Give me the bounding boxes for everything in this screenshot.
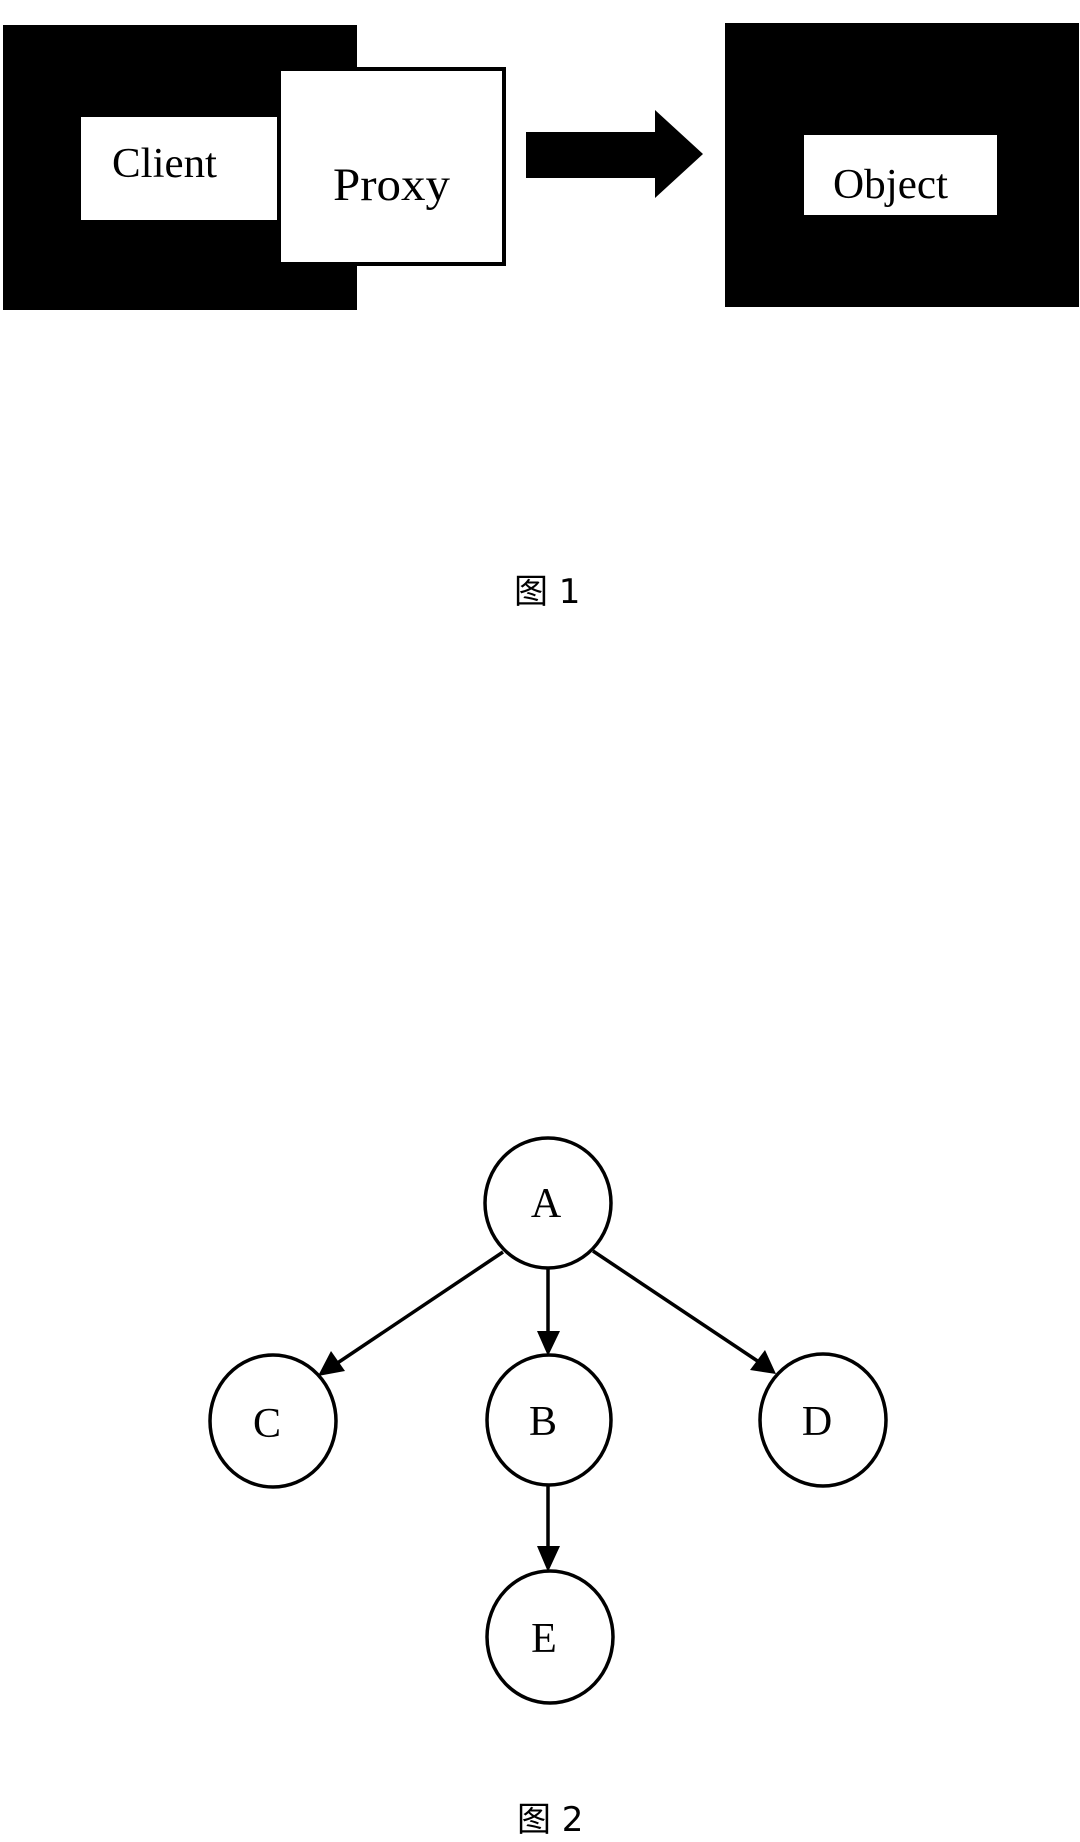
- node-e-label: E: [531, 1616, 557, 1662]
- node-a-label: A: [531, 1181, 562, 1227]
- arrowhead-icon: [537, 1331, 560, 1356]
- figure-2-caption: 图 2: [517, 1800, 583, 1840]
- node-e: E: [485, 1569, 615, 1705]
- arrowhead-icon: [537, 1546, 560, 1572]
- node-d: D: [758, 1352, 888, 1488]
- edge-a-d: [592, 1249, 776, 1374]
- figure-1: Client Proxy Object: [3, 23, 1079, 310]
- edge-b-e: [537, 1486, 560, 1572]
- arrowhead-icon: [750, 1350, 776, 1374]
- figure-2-tree: A B C D E: [208, 1136, 888, 1705]
- proxy-label: Proxy: [333, 159, 451, 211]
- block-arrow-icon: [526, 110, 703, 198]
- edge-a-c: [318, 1250, 504, 1376]
- figure-canvas: Client Proxy Object 图 1 A B C D E 图 2: [3, 23, 1079, 1840]
- node-d-label: D: [802, 1399, 832, 1445]
- object-label: Object: [833, 162, 948, 208]
- node-c: C: [208, 1353, 338, 1489]
- node-b: B: [485, 1353, 613, 1487]
- arrowhead-icon: [318, 1351, 345, 1376]
- client-label: Client: [112, 141, 217, 187]
- node-a: A: [483, 1136, 613, 1270]
- node-c-label: C: [253, 1401, 281, 1447]
- figure-1-caption: 图 1: [514, 572, 580, 612]
- node-b-label: B: [529, 1399, 557, 1445]
- edge-a-b: [537, 1269, 560, 1356]
